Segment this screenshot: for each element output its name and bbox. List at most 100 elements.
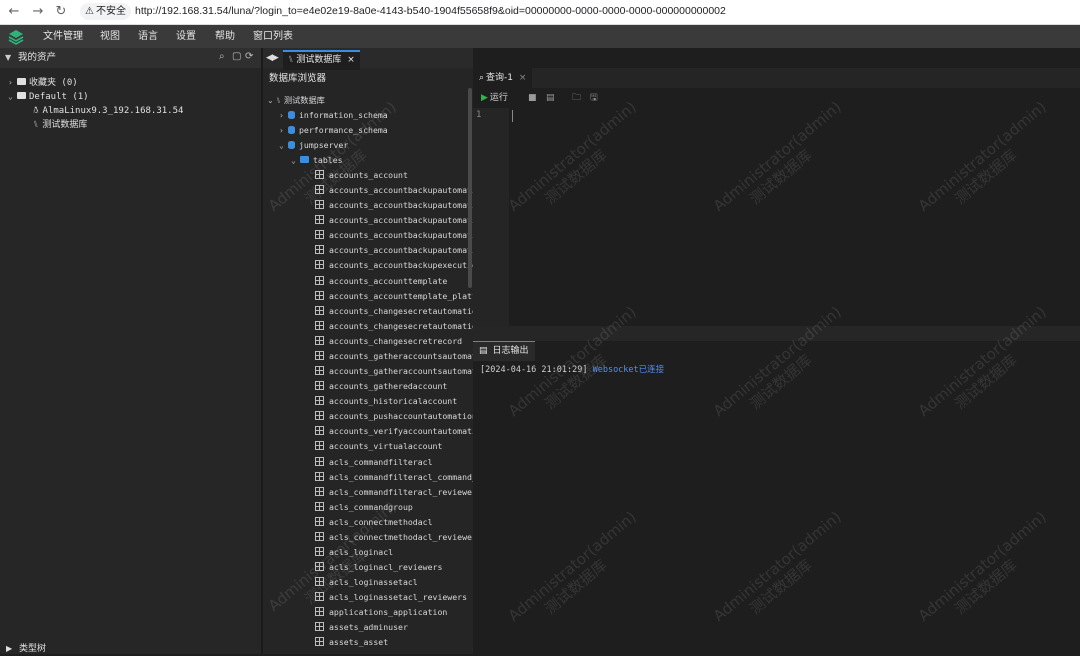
table-row[interactable]: accounts_changesecretrecord [315,334,462,349]
menu-language[interactable]: 语言 [138,25,158,48]
open-folder-icon[interactable]: 🗀 [572,91,581,105]
table-name: accounts_accountbackupautomatio [329,215,482,226]
menu-help[interactable]: 帮助 [215,25,235,48]
table-name: accounts_accountbackupautomatio [329,230,482,241]
chevron-right-icon: › [279,126,284,135]
table-row[interactable]: accounts_accountbackupautomatio [315,198,482,213]
search-icon[interactable]: ⌕ [219,51,225,62]
tree-node-schema[interactable]: › performance_schema [279,123,388,138]
app-logo-icon [8,30,24,45]
table-name: accounts_accountbackupautomatio [329,245,482,256]
save-icon[interactable]: 🖫 [590,91,598,105]
menu-settings[interactable]: 设置 [176,25,196,48]
table-row[interactable]: acls_loginassetacl [315,575,418,590]
table-row[interactable]: acls_connectmethodacl [315,515,433,530]
tree-item-default[interactable]: ⌄ Default (1) [8,90,89,104]
table-row[interactable]: accounts_verifyaccountautomatio [315,424,482,439]
table-row[interactable]: acls_loginacl [315,545,393,560]
reload-icon[interactable]: ↻ [52,3,70,21]
close-icon[interactable]: × [347,55,355,65]
asset-panel-title: 我的资产 [18,52,57,63]
search-icon: ⌕ [479,73,485,83]
table-row[interactable]: accounts_accountbackupautomatio [315,243,482,258]
table-row[interactable]: acls_loginassetacl_reviewers [315,590,467,605]
stop-icon[interactable]: ■ [528,91,537,105]
table-row[interactable]: acls_commandfilteracl_reviewers [315,485,482,500]
table-row[interactable]: accounts_changesecretautomation [315,319,482,334]
table-icon [315,426,324,436]
security-badge[interactable]: ⚠ 不安全 [80,3,131,20]
table-row[interactable]: accounts_accounttemplate_platfo [315,289,482,304]
scrollbar[interactable] [468,88,472,288]
table-row[interactable]: acls_commandfilteracl [315,455,433,470]
table-row[interactable]: accounts_account [315,168,408,183]
table-icon [315,516,324,526]
table-row[interactable]: accounts_accountbackupautomatio [315,183,482,198]
table-name: accounts_verifyaccountautomatio [329,426,482,437]
table-name: accounts_pushaccountautomation [329,411,477,422]
table-icon [315,577,324,587]
table-icon [315,381,324,391]
tree-node-schema[interactable]: › information_schema [279,108,388,123]
table-row[interactable]: acls_commandfilteracl_command_g [315,470,482,485]
table-icon [315,260,324,270]
collapse-caret-icon[interactable]: ▼ [5,48,11,68]
forward-arrow-icon[interactable]: → [29,3,47,21]
table-row[interactable]: assets_asset [315,635,388,650]
tree-item-favorites[interactable]: › 收藏夹 (0) [8,76,78,90]
window-icon[interactable]: ▢ [232,51,241,62]
table-row[interactable]: accounts_accountbackupexecution [315,258,482,273]
table-icon [315,200,324,210]
table-icon [315,215,324,225]
folder-open-icon [17,92,26,99]
table-row[interactable]: accounts_accounttemplate [315,274,447,289]
tab-scroll-arrows-icon[interactable]: ◀▶ [266,48,279,68]
table-row[interactable]: applications_application [315,605,447,620]
editor-cursor[interactable] [512,110,513,122]
database-browser-panel: ◀▶ ⑊ 测试数据库 × 数据库浏览器 ⌄ ⑊ 测试数据库 › information_… [263,48,482,654]
editor-log-divider[interactable] [473,326,1080,341]
table-name: acls_loginacl_reviewers [329,562,443,573]
close-icon[interactable]: × [519,73,527,83]
table-icon [315,185,324,195]
url-field[interactable]: http://192.168.31.54/luna/?login_to=e4e0… [135,3,726,20]
back-arrow-icon[interactable]: ← [5,3,23,21]
table-row[interactable]: acls_connectmethodacl_reviewers [315,530,482,545]
database-connection-icon: ⑊ [276,95,281,105]
menu-view[interactable]: 视图 [100,25,120,48]
table-row[interactable]: accounts_pushaccountautomation [315,409,477,424]
table-row[interactable]: accounts_changesecretautomation [315,304,482,319]
chevron-down-icon: ⌄ [291,156,296,165]
table-row[interactable]: acls_commandgroup [315,500,413,515]
table-row[interactable]: accounts_gatheredaccount [315,379,447,394]
tab-test-database[interactable]: ⑊ 测试数据库 × [283,50,360,70]
tree-item-database[interactable]: ⑊ 测试数据库 [33,118,87,132]
sql-editor-panel: ⌕ 查询-1 × ▶ 运行 ■ ▤ 🗀 🖫 1 [473,68,1080,326]
table-row[interactable]: accounts_gatheraccountsautomati [315,364,482,379]
table-row[interactable]: accounts_virtualaccount [315,439,442,454]
chevron-down-icon: ⌄ [8,92,13,101]
table-row[interactable]: acls_loginacl_reviewers [315,560,442,575]
tab-log-output[interactable]: ▤ 日志输出 [473,341,535,361]
table-name: acls_loginassetacl [329,577,418,588]
table-row[interactable]: accounts_accountbackupautomatio [315,213,482,228]
table-row[interactable]: accounts_gatheraccountsautomati [315,349,482,364]
session-tab-strip: ◀▶ ⑊ 测试数据库 × [263,48,473,70]
schema-icon [288,140,295,149]
run-button[interactable]: ▶ 运行 [481,90,508,106]
table-row[interactable]: assets_adminuser [315,620,408,635]
table-row[interactable]: accounts_historicalaccount [315,394,457,409]
security-label: 不安全 [95,6,126,17]
tab-query-1[interactable]: ⌕ 查询-1 × [473,68,533,88]
tree-item-host[interactable]: 🐧︎ AlmaLinux9.3_192.168.31.54 [33,104,183,118]
tree-node-schema[interactable]: ⌄ jumpserver [279,138,348,153]
table-row[interactable]: accounts_accountbackupautomatio [315,228,482,243]
refresh-icon[interactable]: ⟳ [245,51,253,62]
table-icon [315,547,324,556]
tree-node-tables-folder[interactable]: ⌄ tables [291,153,343,168]
menu-window-list[interactable]: 窗口列表 [253,25,293,48]
tree-node-root[interactable]: ⌄ ⑊ 测试数据库 [267,93,325,108]
format-icon[interactable]: ▤ [546,91,555,105]
menu-file-management[interactable]: 文件管理 [43,25,83,48]
table-name: accounts_historicalaccount [329,396,458,407]
